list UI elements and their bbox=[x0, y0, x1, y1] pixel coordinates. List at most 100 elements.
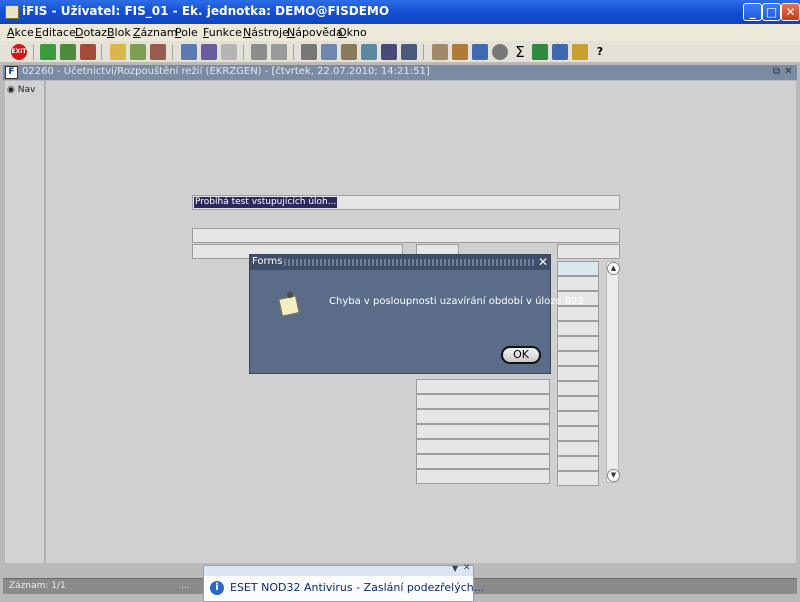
scroll-up-icon[interactable]: ▲ bbox=[607, 262, 620, 275]
columns-icon[interactable] bbox=[401, 44, 417, 60]
paste-icon[interactable] bbox=[341, 44, 357, 60]
table-cell[interactable] bbox=[557, 456, 599, 471]
nav-button[interactable]: ◉ Nav bbox=[7, 85, 41, 99]
record-counter: Záznam: 1/1 bbox=[9, 581, 66, 591]
menu-editace[interactable]: Editace bbox=[35, 26, 76, 39]
window-titlebar[interactable]: iFIS - Uživatel: FIS_01 - Ek. jednotka: … bbox=[0, 0, 800, 24]
sum-icon[interactable]: Σ bbox=[512, 44, 528, 60]
table-row[interactable] bbox=[416, 394, 550, 409]
dialog-close-icon[interactable]: ✕ bbox=[537, 255, 549, 269]
menu-napoveda[interactable]: Nápověda bbox=[287, 26, 343, 39]
menu-dotaz[interactable]: Dotaz bbox=[75, 26, 107, 39]
excel-icon[interactable] bbox=[532, 44, 548, 60]
notification-header: ▼ ✕ bbox=[204, 563, 473, 576]
pin-icon bbox=[287, 292, 293, 298]
menu-akce[interactable]: Akce bbox=[7, 26, 34, 39]
insert-icon[interactable] bbox=[130, 44, 146, 60]
toolbar-separator bbox=[172, 44, 173, 60]
print-icon[interactable] bbox=[251, 44, 267, 60]
table-row[interactable] bbox=[416, 409, 550, 424]
text-field[interactable] bbox=[557, 244, 620, 259]
toolbar-separator bbox=[293, 44, 294, 60]
collapse-icon[interactable]: ▼ bbox=[452, 564, 458, 573]
rollback-icon[interactable] bbox=[80, 44, 96, 60]
print-preview-icon[interactable] bbox=[271, 44, 287, 60]
app-icon bbox=[5, 5, 19, 19]
restore-icon[interactable]: ⧉ bbox=[771, 66, 782, 77]
dialog-title: Forms bbox=[252, 256, 283, 267]
dialog-message: Chyba v posloupnosti uzavírání období v … bbox=[329, 296, 584, 307]
new-record-icon[interactable] bbox=[110, 44, 126, 60]
vertical-scrollbar[interactable]: ▲ ▼ bbox=[606, 261, 620, 483]
child-window-title: 02260 - Účetnictví/Rozpouštění režií (EK… bbox=[22, 66, 430, 77]
antivirus-notification[interactable]: ▼ ✕ i ESET NOD32 Antivirus - Zaslání pod… bbox=[203, 563, 484, 602]
table-cell-selected[interactable] bbox=[557, 261, 599, 276]
list-icon[interactable] bbox=[381, 44, 397, 60]
copy-icon[interactable] bbox=[321, 44, 337, 60]
table-cell[interactable] bbox=[557, 366, 599, 381]
child-close-icon[interactable]: ✕ bbox=[783, 66, 794, 77]
cut-icon[interactable] bbox=[301, 44, 317, 60]
scroll-down-icon[interactable]: ▼ bbox=[607, 469, 620, 482]
menu-funkce[interactable]: Funkce bbox=[203, 26, 242, 39]
toolbar-separator bbox=[423, 44, 424, 60]
clock-icon[interactable] bbox=[492, 44, 508, 60]
info-icon[interactable] bbox=[572, 44, 588, 60]
maximize-button[interactable]: □ bbox=[762, 3, 781, 21]
progress-field: Probíhá test vstupujících úloh... bbox=[192, 195, 620, 210]
table-row[interactable] bbox=[416, 439, 550, 454]
exit-icon[interactable]: EXIT bbox=[11, 44, 27, 60]
error-dialog: Forms ✕ Chyba v posloupnosti uzavírání o… bbox=[249, 254, 584, 374]
calculator-icon[interactable] bbox=[432, 44, 448, 60]
word-icon[interactable] bbox=[552, 44, 568, 60]
table-cell[interactable] bbox=[557, 336, 599, 351]
table-cell[interactable] bbox=[557, 441, 599, 456]
table-cell[interactable] bbox=[557, 396, 599, 411]
menu-okno[interactable]: Okno bbox=[338, 26, 367, 39]
table-cell[interactable] bbox=[557, 426, 599, 441]
menu-nastroje[interactable]: Nástroje bbox=[243, 26, 289, 39]
info-icon: i bbox=[210, 581, 224, 595]
table-cell[interactable] bbox=[557, 306, 599, 321]
commit-icon[interactable] bbox=[60, 44, 76, 60]
table-cell[interactable] bbox=[557, 381, 599, 396]
ok-button[interactable]: OK bbox=[501, 346, 541, 364]
menu-blok[interactable]: Blok bbox=[107, 26, 131, 39]
table-row[interactable] bbox=[416, 379, 550, 394]
table-cell[interactable] bbox=[557, 411, 599, 426]
nav-label: Nav bbox=[17, 85, 36, 95]
settings-icon[interactable] bbox=[452, 44, 468, 60]
sort-asc-icon[interactable] bbox=[181, 44, 197, 60]
table-row[interactable] bbox=[416, 469, 550, 484]
table-cell[interactable] bbox=[557, 471, 599, 486]
notification-close-icon[interactable]: ✕ bbox=[463, 563, 471, 573]
nav-radio-icon: ◉ bbox=[7, 85, 15, 95]
help-icon[interactable]: ? bbox=[592, 44, 608, 60]
toolbar-separator bbox=[33, 44, 34, 60]
save-icon[interactable] bbox=[40, 44, 56, 60]
child-window-titlebar[interactable]: F 02260 - Účetnictví/Rozpouštění režií (… bbox=[3, 65, 797, 80]
search-icon[interactable] bbox=[361, 44, 377, 60]
minimize-button[interactable]: _ bbox=[743, 3, 762, 21]
table-cell[interactable] bbox=[557, 321, 599, 336]
menu-zaznam[interactable]: Záznam bbox=[133, 26, 178, 39]
menu-pole[interactable]: Pole bbox=[175, 26, 198, 39]
progress-text: Probíhá test vstupujících úloh... bbox=[194, 197, 338, 208]
form-icon: F bbox=[5, 66, 18, 79]
sort-desc-icon[interactable] bbox=[201, 44, 217, 60]
table-cell[interactable] bbox=[557, 351, 599, 366]
close-button[interactable]: ✕ bbox=[781, 3, 800, 21]
table-row[interactable] bbox=[416, 454, 550, 469]
toolbar: EXIT Σ ? bbox=[0, 41, 800, 63]
table-row[interactable] bbox=[416, 424, 550, 439]
menu-bar: Akce Editace Dotaz Blok Záznam Pole Funk… bbox=[0, 24, 800, 41]
dialog-titlebar[interactable]: Forms ✕ bbox=[250, 255, 550, 270]
filter-icon[interactable] bbox=[221, 44, 237, 60]
delete-record-icon[interactable] bbox=[150, 44, 166, 60]
window-title: iFIS - Uživatel: FIS_01 - Ek. jednotka: … bbox=[22, 4, 390, 18]
dialog-drag-grip[interactable] bbox=[284, 259, 534, 266]
table-cell[interactable] bbox=[557, 276, 599, 291]
text-field[interactable] bbox=[192, 228, 620, 243]
notification-text[interactable]: ESET NOD32 Antivirus - Zaslání podezřelý… bbox=[230, 581, 484, 594]
chart-icon[interactable] bbox=[472, 44, 488, 60]
